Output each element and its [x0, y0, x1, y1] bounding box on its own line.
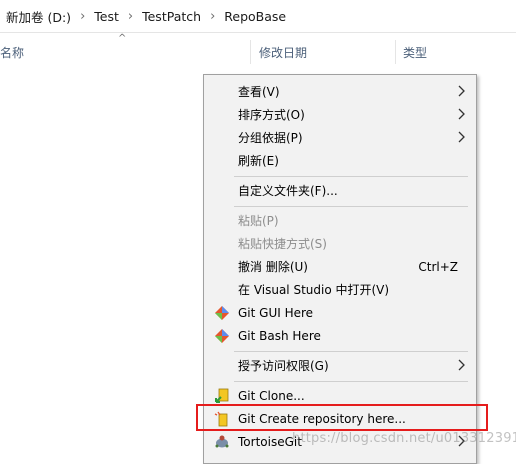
- menu-item-refresh[interactable]: 刷新(E): [204, 149, 476, 172]
- menu-label: 查看(V): [238, 85, 280, 99]
- menu-item-paste-shortcut[interactable]: 粘贴快捷方式(S): [204, 232, 476, 255]
- git-diamond-icon: [215, 306, 229, 320]
- menu-label: 刷新(E): [238, 154, 279, 168]
- menu-label: 排序方式(O): [238, 108, 305, 122]
- menu-label: 分组依据(P): [238, 131, 303, 145]
- menu-item-grant-access[interactable]: 授予访问权限(G): [204, 354, 476, 377]
- chevron-right-icon: [458, 85, 465, 97]
- menu-item-paste[interactable]: 粘贴(P): [204, 209, 476, 232]
- breadcrumb-test[interactable]: Test: [91, 9, 122, 24]
- sort-ascending-icon: ^: [118, 33, 127, 44]
- menu-divider: [234, 351, 468, 352]
- column-divider[interactable]: [395, 40, 396, 64]
- breadcrumb-separator-icon[interactable]: ›: [204, 9, 221, 24]
- git-diamond-icon: [215, 329, 229, 343]
- breadcrumb-separator-icon[interactable]: ›: [74, 9, 91, 24]
- watermark: https://blog.csdn.net/u013312391: [292, 431, 516, 446]
- menu-label: 撤消 删除(U): [238, 260, 308, 274]
- breadcrumb-drive[interactable]: 新加卷 (D:): [6, 7, 74, 26]
- breadcrumb-repobase[interactable]: RepoBase: [221, 9, 289, 24]
- menu-divider: [234, 176, 468, 177]
- menu-divider: [234, 381, 468, 382]
- column-header-name[interactable]: 名称: [0, 38, 24, 66]
- menu-item-git-bash[interactable]: Git Bash Here: [204, 324, 476, 347]
- menu-item-undo-delete[interactable]: 撤消 删除(U) Ctrl+Z: [204, 255, 476, 278]
- tortoisegit-icon: [215, 435, 229, 448]
- chevron-right-icon: [458, 131, 465, 143]
- highlight-annotation: [196, 404, 488, 431]
- column-header-type[interactable]: 类型: [403, 38, 427, 66]
- menu-label: 自定义文件夹(F)...: [238, 184, 338, 198]
- menu-item-view[interactable]: 查看(V): [204, 80, 476, 103]
- breadcrumb-testpatch[interactable]: TestPatch: [139, 9, 204, 24]
- column-divider[interactable]: [250, 40, 251, 64]
- column-header-modified[interactable]: 修改日期: [259, 38, 307, 66]
- menu-item-group[interactable]: 分组依据(P): [204, 126, 476, 149]
- menu-label: 授予访问权限(G): [238, 359, 329, 373]
- chevron-right-icon: [458, 108, 465, 120]
- chevron-right-icon: [458, 359, 465, 371]
- menu-item-open-visual-studio[interactable]: 在 Visual Studio 中打开(V): [204, 278, 476, 301]
- menu-label: Git Bash Here: [238, 328, 321, 343]
- menu-label: 粘贴(P): [238, 214, 279, 228]
- menu-item-git-gui[interactable]: Git GUI Here: [204, 301, 476, 324]
- menu-divider: [234, 206, 468, 207]
- breadcrumb: 新加卷 (D:) › Test › TestPatch › RepoBase: [0, 0, 516, 33]
- breadcrumb-separator-icon[interactable]: ›: [122, 9, 139, 24]
- menu-item-customize-folder[interactable]: 自定义文件夹(F)...: [204, 179, 476, 202]
- menu-label: Git GUI Here: [238, 305, 314, 320]
- menu-shortcut: Ctrl+Z: [418, 259, 458, 274]
- menu-label: 在 Visual Studio 中打开(V): [238, 283, 390, 297]
- menu-item-sort[interactable]: 排序方式(O): [204, 103, 476, 126]
- menu-label: Git Clone...: [238, 388, 305, 403]
- tortoisegit-clone-icon: [215, 388, 229, 403]
- menu-label: 粘贴快捷方式(S): [238, 237, 327, 251]
